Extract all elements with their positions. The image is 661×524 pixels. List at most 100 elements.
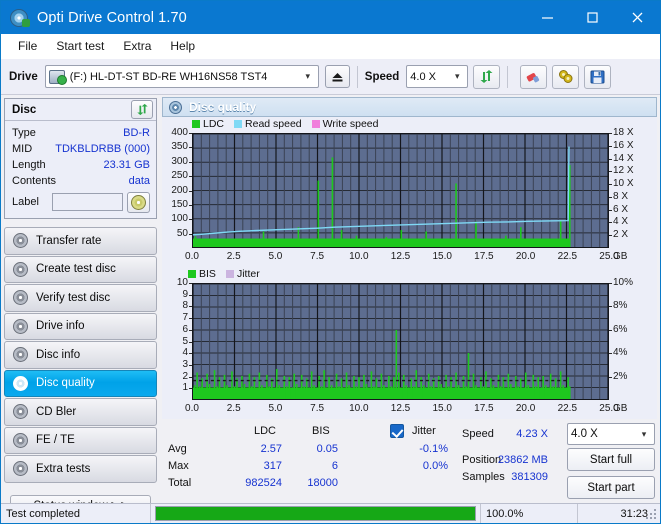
- erase-button[interactable]: [520, 64, 548, 89]
- y-axis-tickmark: [189, 219, 192, 221]
- menu-file[interactable]: File: [9, 36, 46, 56]
- chevron-down-icon: ▾: [455, 71, 460, 81]
- y2-axis-tickmark: [609, 306, 612, 308]
- disc-icon: [13, 318, 28, 334]
- title-bar: Opti Drive Control 1.70: [1, 1, 660, 34]
- start-full-button[interactable]: Start full: [567, 448, 655, 471]
- disc-panel-title: Disc: [12, 103, 37, 116]
- stats-total-bis: 18000: [307, 477, 338, 489]
- ldc-chart-legend: LDC Read speed Write speed: [192, 118, 385, 130]
- drive-icon: [48, 69, 67, 85]
- minimize-icon[interactable]: [525, 1, 570, 34]
- legend-item: Write speed: [311, 118, 379, 130]
- maximize-icon[interactable]: [570, 1, 615, 34]
- ldc-plot-svg: [193, 134, 608, 247]
- sidebar-item-fe-te[interactable]: FE / TE: [4, 426, 157, 454]
- menu-extra[interactable]: Extra: [114, 36, 160, 56]
- stats-col-bis: BIS: [312, 425, 330, 437]
- sidebar-item-drive-info[interactable]: Drive info: [4, 312, 157, 340]
- speed-select[interactable]: 4.0 X ▾: [406, 65, 469, 88]
- disc-properties: Type BD-R MID TDKBLDRBB (000) Length 23.…: [5, 121, 156, 218]
- x-axis-tick: 20.0: [515, 403, 536, 414]
- legend-label: BIS: [199, 268, 216, 280]
- disc-length-label: Length: [12, 159, 46, 171]
- toolbar-divider-1: [356, 65, 358, 88]
- disc-refresh-button[interactable]: [131, 100, 153, 119]
- stats-max-jitter: 0.0%: [422, 460, 448, 472]
- y-axis-tick: 200: [171, 184, 188, 196]
- y2-axis-tick: 2%: [613, 370, 628, 382]
- drive-select[interactable]: (F:) HL-DT-ST BD-RE WH16NS58 TST4 ▾: [44, 65, 319, 88]
- stats-row-max-label: Max: [168, 460, 189, 472]
- result-speed-select[interactable]: 4.0 X ▾: [567, 423, 655, 445]
- disc-icon: [13, 347, 28, 363]
- y-axis-tickmark: [189, 318, 192, 320]
- speed-label: Speed: [364, 70, 400, 83]
- application-window: Opti Drive Control 1.70 File Start test …: [0, 0, 661, 524]
- y-axis-tickmark: [189, 283, 192, 284]
- sidebar-label-fe-te: FE / TE: [36, 434, 75, 447]
- y-axis-tick: 350: [171, 141, 188, 153]
- x-axis-tick: 12.5: [390, 251, 411, 262]
- speed-stat-value: 4.23 X: [516, 428, 548, 440]
- y-axis-tick: 150: [171, 198, 188, 210]
- y-axis-tick: 1: [182, 382, 188, 394]
- stats-row-avg-label: Avg: [168, 443, 187, 455]
- y2-axis-tick: 4%: [613, 347, 628, 359]
- refresh-button[interactable]: [473, 64, 501, 89]
- sidebar-item-extra-tests[interactable]: Extra tests: [4, 455, 157, 483]
- sidebar-item-create-test-disc[interactable]: Create test disc: [4, 255, 157, 283]
- disc-icon: [13, 261, 28, 277]
- sidebar-item-cd-bler[interactable]: CD Bler: [4, 398, 157, 426]
- sidebar-item-transfer-rate[interactable]: Transfer rate: [4, 227, 157, 255]
- disc-icon: [13, 290, 28, 306]
- disc-icon: [13, 404, 28, 420]
- x-axis-tick: 5.0: [268, 403, 283, 414]
- sidebar-label-create-test-disc: Create test disc: [36, 263, 116, 276]
- y2-axis-tick: 10%: [613, 277, 634, 288]
- disc-label-row: Label: [12, 191, 150, 213]
- y-axis-tickmark: [189, 161, 192, 163]
- y-axis-tick: 3: [182, 358, 188, 370]
- y-axis-tick: 5: [182, 335, 188, 347]
- content-header: Disc quality: [162, 97, 657, 117]
- y2-axis-tickmark: [609, 171, 612, 173]
- progress-percent: 100.0%: [481, 503, 578, 523]
- disc-length-value: 23.31 GB: [103, 159, 150, 171]
- stats-total-ldc: 982524: [245, 477, 282, 489]
- disc-mid-value: TDKBLDRBB (000): [55, 143, 150, 155]
- sidebar-item-disc-info[interactable]: Disc info: [4, 341, 157, 369]
- legend-item: BIS: [188, 268, 216, 280]
- jitter-checkbox[interactable]: [390, 424, 404, 438]
- save-button[interactable]: [584, 64, 612, 89]
- settings-button[interactable]: [552, 64, 580, 89]
- disc-label-button[interactable]: [127, 191, 150, 213]
- menu-start-test[interactable]: Start test: [47, 36, 113, 56]
- close-icon[interactable]: [615, 1, 660, 34]
- legend-item: Read speed: [234, 118, 302, 130]
- sidebar-item-disc-quality[interactable]: Disc quality: [4, 369, 157, 397]
- samples-value: 381309: [511, 471, 548, 483]
- y-axis-tick: 2: [182, 370, 188, 382]
- position-value: 23862 MB: [497, 454, 548, 466]
- speed-select-value: 4.0 X: [410, 70, 436, 83]
- disc-row-contents: Contents data: [12, 173, 150, 189]
- resize-grip-icon[interactable]: [646, 509, 658, 521]
- y-axis-tick: 300: [171, 155, 188, 167]
- y2-axis-tick: 14 X: [613, 152, 634, 164]
- y2-axis-tick: 6%: [613, 323, 628, 335]
- disc-label-caption: Label: [12, 196, 39, 208]
- y-axis-tickmark: [189, 364, 192, 366]
- sidebar-label-transfer-rate: Transfer rate: [36, 234, 102, 247]
- start-part-button[interactable]: Start part: [567, 476, 655, 499]
- y2-axis-tickmark: [609, 283, 612, 284]
- stats-col-jitter: Jitter: [412, 425, 436, 437]
- eject-button[interactable]: [324, 65, 350, 88]
- bis-plot-svg: [193, 284, 608, 399]
- disc-label-input[interactable]: [52, 193, 123, 211]
- speed-stat-label: Speed: [462, 428, 494, 440]
- menu-help[interactable]: Help: [161, 36, 204, 56]
- progress-fill: [156, 507, 475, 520]
- sidebar-item-verify-test-disc[interactable]: Verify test disc: [4, 284, 157, 312]
- disc-contents-value: data: [128, 175, 150, 187]
